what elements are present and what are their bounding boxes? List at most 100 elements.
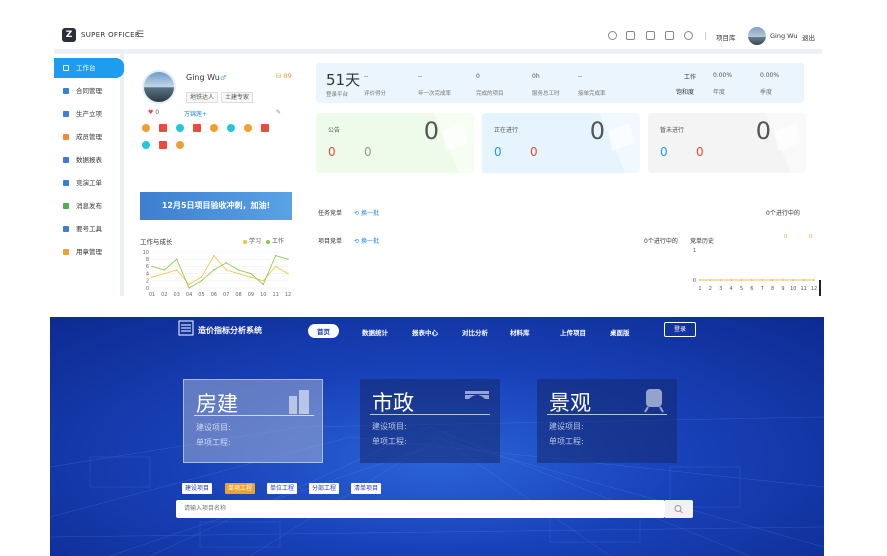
site-logo-icon[interactable] [178, 320, 194, 336]
username-label[interactable]: Ging Wu [770, 32, 797, 40]
tag-icon[interactable] [608, 31, 617, 40]
project-refresh-link[interactable]: ⟲ 换一批 [354, 236, 379, 245]
x-tick-label: 5 [740, 286, 743, 292]
sidebar-item[interactable]: 生产立项 [54, 104, 120, 124]
x-tick-label: 3 [719, 286, 722, 292]
sidebar-item[interactable]: 成员管理 [54, 127, 120, 147]
category-card[interactable]: 房建 建设项目: 单项工程: [183, 379, 323, 463]
x-tick-label: 08 [235, 292, 241, 298]
logout-link[interactable]: 退出 [802, 32, 815, 42]
key-icon[interactable] [684, 31, 693, 40]
building-icon [289, 390, 309, 414]
card-count-b: 0 [364, 145, 372, 159]
sidebar-item[interactable]: 要号工具 [54, 219, 120, 239]
login-button[interactable]: 登录 [664, 322, 696, 337]
series-line-study [151, 254, 289, 285]
category-stat: 建设项目: [372, 422, 407, 431]
project-search-input[interactable] [176, 500, 665, 518]
category-stat: 单项工程: [372, 437, 407, 446]
nav-item[interactable]: 桌面版 [610, 327, 630, 337]
stat-label: 年一次完成率 [418, 91, 452, 97]
status-card[interactable]: 暂未进行 0 0 0 [648, 113, 806, 173]
login-days: 51天 [326, 71, 361, 89]
status-card[interactable]: 正在进行 0 0 0 [482, 113, 640, 173]
x-tick-label: 05 [198, 292, 204, 298]
data-point [287, 272, 289, 275]
announcement-banner[interactable]: 12月5日项目验收冲刺，加油! [140, 192, 292, 220]
data-point [151, 265, 153, 268]
app-logo-icon[interactable]: Z [62, 28, 76, 42]
filter-chip[interactable]: 单项工程 [225, 483, 256, 494]
data-point [213, 269, 215, 271]
achievement-badge-icon [210, 124, 218, 132]
sidebar-item-label: 要号工具 [76, 225, 102, 233]
category-stat: 建设项目: [549, 422, 584, 431]
views-link[interactable]: 万锦莲+ [184, 109, 207, 118]
divider [54, 50, 822, 54]
category-title: 房建 [196, 392, 238, 416]
nav-item[interactable]: 上传项目 [560, 327, 586, 337]
achievement-badge-icon [176, 124, 184, 132]
category-card[interactable]: 景观 建设项目: 单项工程: [537, 379, 677, 463]
icon-shape [465, 391, 489, 394]
sidebar-item[interactable]: 数据报表 [54, 150, 120, 170]
data-point [176, 258, 178, 260]
data-point [250, 272, 252, 275]
sidebar-item[interactable]: 工作台 [54, 58, 124, 78]
likes-count[interactable]: ♥ 0 [148, 109, 159, 116]
profile-avatar[interactable] [142, 70, 176, 104]
achievement-badge-icon [261, 124, 269, 132]
status-card[interactable]: 公告 0 0 0 [316, 113, 474, 173]
card-title: 公告 [328, 127, 341, 134]
project-library-link[interactable]: 项目库 [716, 32, 736, 42]
category-card[interactable]: 市政 建设项目: 单项工程: [360, 379, 500, 463]
nav-item[interactable]: 对比分析 [462, 327, 488, 337]
stat-value: -- [578, 73, 583, 80]
sidebar-item[interactable]: 竞演工单 [54, 173, 120, 193]
nav-item[interactable]: 首页 [308, 324, 339, 338]
edit-icon[interactable]: ✎ [276, 109, 281, 116]
x-tick-label: 2 [709, 286, 712, 292]
sidebar-item[interactable]: 合同管理 [54, 81, 120, 101]
x-tick-label: 10 [260, 292, 266, 298]
task-refresh-link[interactable]: ⟲ 换一批 [354, 208, 379, 217]
sidebar-item[interactable]: 消息发布 [54, 196, 120, 216]
data-point [225, 269, 227, 271]
y-tick-label: 8 [146, 257, 149, 263]
nav-item[interactable]: 报表中心 [412, 327, 438, 337]
sidebar-item-icon [63, 65, 69, 71]
sidebar-item-icon [63, 111, 69, 117]
filter-chip[interactable]: 单位工程 [267, 483, 298, 494]
card-title: 暂未进行 [660, 127, 685, 134]
icon-shape [289, 396, 297, 414]
sidebar-item-icon [63, 226, 69, 232]
cost-index-site: 造价指标分析系统 首页 数据统计 报表中心 对比分析 材料库 上传项目 桌面版 登录 房建建… [50, 317, 824, 556]
book-icon[interactable] [665, 31, 674, 40]
filter-chip[interactable]: 建设项目 [182, 483, 213, 494]
sidebar-item-icon [63, 249, 69, 255]
search-button[interactable] [665, 500, 693, 518]
coin-value: 89 [283, 72, 292, 80]
growth-line-chart: 108642001 02 03 04 05 06 07 08 09 10 11 12 [143, 250, 292, 298]
nav-item[interactable]: 数据统计 [362, 327, 388, 337]
x-tick-label: 01 [149, 292, 155, 298]
card-total: 0 [589, 117, 605, 145]
data-point [163, 272, 166, 275]
checkbox-icon[interactable] [626, 31, 635, 40]
filter-chip[interactable]: 分部工程 [309, 483, 340, 494]
document-icon[interactable] [646, 31, 655, 40]
data-point [730, 279, 732, 281]
x-tick-label: 12 [285, 292, 291, 298]
user-avatar[interactable] [748, 27, 766, 45]
data-point [200, 280, 203, 282]
nav-item[interactable]: 材料库 [510, 327, 530, 337]
filter-chip[interactable]: 清单项目 [351, 483, 382, 494]
saturation-label: 工作 [684, 74, 697, 81]
menu-toggle-icon[interactable]: ☰ [136, 30, 144, 40]
sidebar-item[interactable]: 用章管理 [54, 242, 120, 262]
sidebar-item-icon [63, 203, 69, 209]
x-tick-label: 1 [698, 286, 701, 292]
top-bar: Z SUPER OFFICER ☰ 项目库 Ging Wu 退出 [54, 22, 822, 50]
data-point [163, 269, 166, 271]
gender-icon: ♂ [220, 74, 227, 82]
